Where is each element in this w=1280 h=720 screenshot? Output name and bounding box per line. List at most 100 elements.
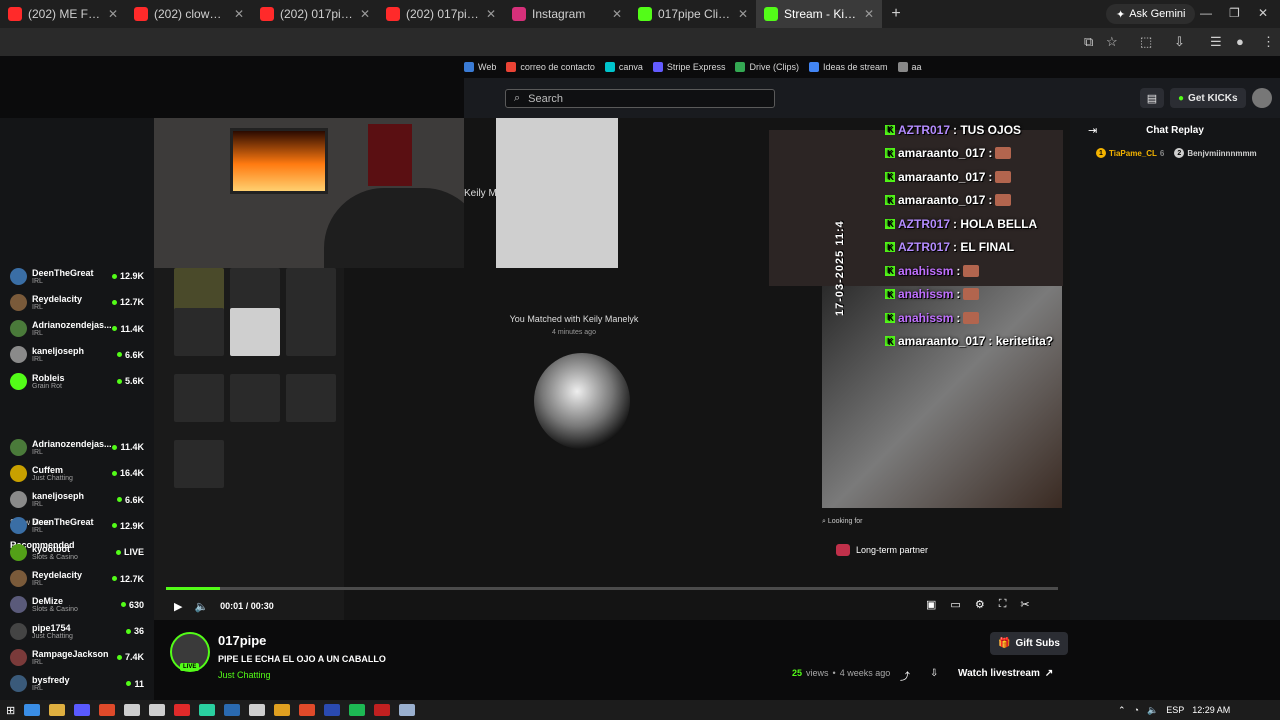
play-icon[interactable]: ▶: [174, 600, 182, 613]
bookmark-item[interactable]: correo de contacto: [506, 62, 595, 72]
top-gifter[interactable]: 1 TiaPame_CL 6: [1096, 148, 1164, 158]
close-tab-icon[interactable]: ✕: [864, 7, 874, 21]
taskbar-app-icon[interactable]: [174, 704, 191, 716]
channel-name[interactable]: 017pipe: [218, 633, 266, 648]
sidebar-channel[interactable]: Cuffem Just Chatting 16.4K: [10, 460, 144, 486]
extensions-icon[interactable]: ⬚: [1140, 34, 1152, 50]
profile-thumb: [174, 440, 224, 488]
taskbar-app-icon[interactable]: [199, 704, 216, 716]
taskbar-app-icon[interactable]: [324, 704, 341, 716]
sidebar-channel[interactable]: Robleis Grain Rot 5.6K: [10, 368, 144, 394]
bookmark-icon: [897, 62, 908, 72]
ask-gemini-button[interactable]: ✦ Ask Gemini: [1106, 4, 1196, 24]
bookmark-item[interactable]: aa: [897, 62, 922, 72]
taskbar-app-icon[interactable]: [124, 704, 141, 716]
profile-icon[interactable]: ●: [1236, 34, 1244, 49]
stream-category[interactable]: Just Chatting: [218, 670, 271, 680]
taskbar-app-icon[interactable]: [249, 704, 266, 716]
close-tab-icon[interactable]: ✕: [108, 7, 118, 21]
viewer-count: 630: [120, 600, 144, 610]
bookmark-item[interactable]: Stripe Express: [652, 62, 725, 72]
sidebar-channel[interactable]: kaneljoseph IRL 6.6K: [10, 487, 144, 513]
taskbar-app-icon[interactable]: [74, 704, 91, 716]
taskbar-app-icon[interactable]: [24, 704, 41, 716]
minimize-button[interactable]: —: [1200, 6, 1212, 20]
sidebar-channel[interactable]: kyootbot Slots & Casino LIVE: [10, 539, 144, 565]
taskbar-app-icon[interactable]: [274, 704, 291, 716]
translate-icon[interactable]: ⧉: [1084, 34, 1093, 50]
taskbar-app-icon[interactable]: [299, 704, 316, 716]
sidebar-channel[interactable]: RampageJackson IRL 7.4K: [10, 644, 144, 670]
clock[interactable]: 12:29 AM: [1192, 705, 1230, 715]
clip-icon[interactable]: ✂: [1020, 598, 1029, 611]
browser-tab[interactable]: (202) 017pipe - YouTu... ✕: [252, 0, 378, 28]
share-icon[interactable]: ⤴: [900, 668, 910, 683]
taskbar-app-icon[interactable]: [399, 704, 416, 716]
new-tab-button[interactable]: +: [882, 5, 910, 23]
taskbar-app-icon[interactable]: [49, 704, 66, 716]
close-tab-icon[interactable]: ✕: [234, 7, 244, 21]
close-window-button[interactable]: ✕: [1258, 6, 1268, 20]
chevron-up-icon[interactable]: ⌃: [1118, 705, 1126, 716]
windows-start-icon[interactable]: ⊞: [6, 704, 15, 717]
fullscreen-icon[interactable]: ⛶: [999, 598, 1007, 611]
more-icon[interactable]: ⋮: [1262, 34, 1275, 50]
bookmark-item[interactable]: Drive (Clips): [735, 62, 799, 72]
browser-tab[interactable]: 017pipe Clips - Watch... ✕: [630, 0, 756, 28]
bookmark-item[interactable]: Web: [464, 62, 496, 72]
top-gifter[interactable]: 2 Benjvmiinnnmmm: [1174, 148, 1259, 158]
language-indicator[interactable]: ESP: [1166, 705, 1184, 715]
close-tab-icon[interactable]: ✕: [612, 7, 622, 21]
video-player[interactable]: Keily Manelyk on 7/13/2026 You Matched w…: [154, 118, 1070, 620]
settings-icon[interactable]: ⚙: [975, 598, 985, 611]
tab-favicon-icon: [134, 7, 148, 21]
user-avatar[interactable]: [1251, 88, 1272, 108]
browser-tab[interactable]: Stream - Kick Dashb... ✕: [756, 0, 882, 28]
download-icon[interactable]: ⇩: [1174, 34, 1185, 50]
wifi-icon[interactable]: ◔: [1134, 705, 1139, 715]
tab-label: (202) 017pipe - YouTu...: [406, 7, 480, 21]
close-tab-icon[interactable]: ✕: [738, 7, 748, 21]
gift-subs-button[interactable]: 🎁 Gift Subs: [990, 632, 1068, 655]
sidebar-channel[interactable]: Adrianozendejas... IRL 11.4K: [10, 434, 144, 460]
theater-icon[interactable]: ▭: [950, 598, 960, 611]
menu-icon[interactable]: ☰: [1210, 34, 1222, 50]
taskbar-app-icon[interactable]: [374, 704, 391, 716]
sidebar-channel[interactable]: DeenTheGreat IRL 12.9K: [10, 513, 144, 539]
speaker-icon[interactable]: 🔈: [1147, 705, 1158, 716]
close-tab-icon[interactable]: ✕: [486, 7, 496, 21]
progress-bar[interactable]: [166, 587, 1058, 590]
sidebar-channel[interactable]: kaneljoseph IRL 6.6K: [10, 342, 144, 368]
get-kicks-button[interactable]: ● Get KICKs: [1170, 88, 1246, 108]
volume-icon[interactable]: 🔈: [194, 600, 208, 613]
download-icon[interactable]: ⇩: [930, 668, 938, 679]
browser-tab[interactable]: (202) 017pipe - YouTu... ✕: [378, 0, 504, 28]
pip-icon[interactable]: ▣: [926, 598, 936, 611]
channel-category: IRL: [32, 527, 43, 535]
video-age: 4 weeks ago: [839, 668, 891, 678]
taskbar-app-icon[interactable]: [149, 704, 166, 716]
taskbar-app-icon[interactable]: [349, 704, 366, 716]
star-icon[interactable]: ☆: [1106, 34, 1118, 50]
wallet-icon[interactable]: ▤: [1140, 88, 1164, 108]
search-input[interactable]: ⌕ Search: [505, 89, 775, 108]
browser-tab[interactable]: Instagram ✕: [504, 0, 630, 28]
browser-tab[interactable]: (202) clown motel - Yo... ✕: [126, 0, 252, 28]
sidebar-channel[interactable]: pipe1754 Just Chatting 36: [10, 618, 144, 644]
sidebar-channel[interactable]: Reydelacity IRL 12.7K: [10, 566, 144, 592]
sidebar-channel[interactable]: Reydelacity IRL 12.7K: [10, 289, 144, 315]
bookmark-item[interactable]: canva: [604, 62, 643, 72]
watch-livestream-button[interactable]: Watch livestream ↗: [958, 668, 1053, 679]
bookmark-item[interactable]: Ideas de stream: [808, 62, 888, 72]
sidebar-channel[interactable]: DeMize Slots & Casino 630: [10, 592, 144, 618]
close-tab-icon[interactable]: ✕: [360, 7, 370, 21]
sidebar-channel[interactable]: DeenTheGreat IRL 12.9K: [10, 263, 144, 289]
sidebar-channel[interactable]: Adrianozendejas... IRL 11.4K: [10, 316, 144, 342]
taskbar-app-icon[interactable]: [224, 704, 241, 716]
taskbar-app-icon[interactable]: [99, 704, 116, 716]
maximize-button[interactable]: ❐: [1229, 6, 1240, 20]
sidebar-channel[interactable]: bysfredy IRL 11: [10, 671, 144, 697]
viewer-count: 11.4K: [112, 442, 144, 452]
emote-icon: [995, 194, 1012, 207]
browser-tab[interactable]: (202) ME FUI (Video C... ✕: [0, 0, 126, 28]
